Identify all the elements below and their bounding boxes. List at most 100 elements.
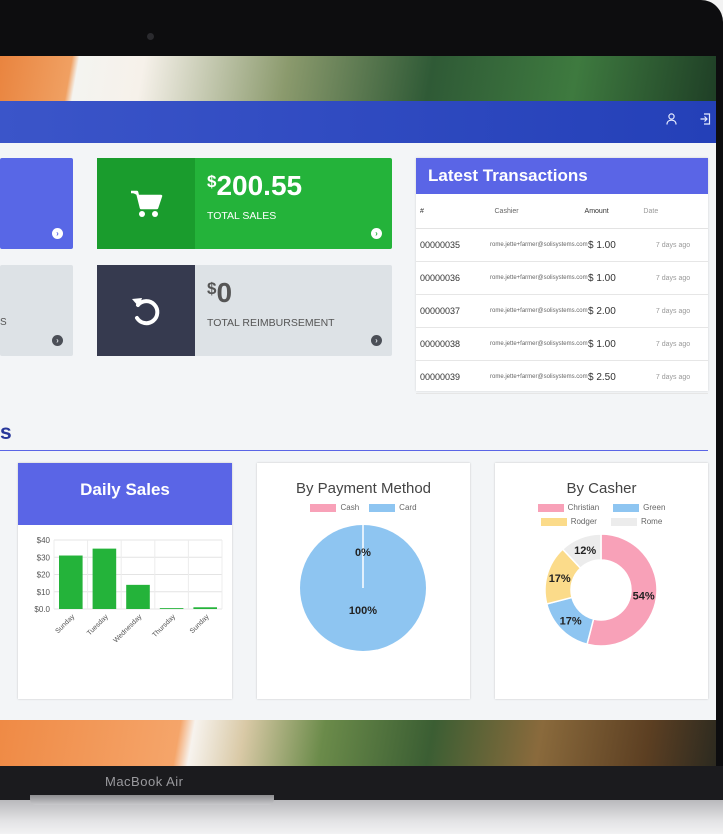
x-tick-label: Wednesday <box>112 613 143 644</box>
legend-item-rome[interactable]: Rome <box>610 517 662 526</box>
payment-method-chart: 0% 100% <box>300 525 426 651</box>
donut-label-christian: 54% <box>633 590 655 602</box>
top-navbar <box>0 101 716 143</box>
table-row[interactable]: 00000038 rome.jette+farmer@solisystems.co… <box>416 328 708 361</box>
x-tick-label: Sunday <box>54 613 76 635</box>
casher-title: By Casher <box>566 480 637 497</box>
casher-legend-row-1: Christian Green <box>495 503 708 512</box>
table-row[interactable]: 00000039 rome.jette+farmer@solisystems.co… <box>416 361 708 394</box>
transaction-date: 7 days ago <box>655 340 691 348</box>
transaction-id: 00000036 <box>420 273 461 283</box>
bar-3[interactable] <box>159 608 184 609</box>
transaction-cashier: rome.jette+farmer@solisystems.com <box>490 340 588 347</box>
transactions-body: 00000035 rome.jette+farmer@solisystems.co… <box>416 229 708 394</box>
latest-transactions-panel: Latest Transactions # Cashier Amount Dat… <box>416 158 708 394</box>
chevron-right-icon[interactable]: › <box>371 335 382 346</box>
total-reimbursement-card[interactable]: $0 TOTAL REIMBURSEMENT › <box>97 265 392 356</box>
transaction-cashier: rome.jette+farmer@solisystems.com <box>490 241 588 248</box>
transaction-cashier: rome.jette+farmer@solisystems.com <box>490 373 588 380</box>
transaction-id: 00000039 <box>420 372 461 382</box>
table-row[interactable]: 00000037 rome.jette+farmer@solisystems.co… <box>416 295 708 328</box>
total-reimbursement-value: $0 <box>207 277 233 308</box>
legend-item-card[interactable]: Card <box>369 503 417 512</box>
daily-sales-chart: $40 $30 $20 $10 $0.0 Sunday Tuesday Wednesday Th… <box>34 536 223 644</box>
transaction-amount: $ 2.00 <box>588 305 616 317</box>
legend-item-green[interactable]: Green <box>613 503 665 512</box>
casher-legend-row-2: Rodger Rome <box>495 517 708 526</box>
y-tick-label: $10 <box>37 588 51 597</box>
total-sales-card[interactable]: $200.55 TOTAL SALES › <box>97 158 392 249</box>
x-tick-label: Tuesday <box>86 613 110 637</box>
chevron-right-icon[interactable]: › <box>371 228 382 239</box>
casher-card: By Casher Christian Green Rodger Rome 54… <box>495 463 708 699</box>
column-header-cashier: Cashier <box>494 207 519 215</box>
latest-transactions-title: Latest Transactions <box>416 158 708 194</box>
transaction-date: 7 days ago <box>655 241 691 249</box>
y-tick-label: $30 <box>37 553 51 562</box>
y-tick-label: $20 <box>37 571 51 580</box>
screen: › $200.55 TOTAL SALES › S › $0 TOTAL REI… <box>0 56 716 766</box>
user-icon[interactable] <box>666 113 677 128</box>
section-title: s <box>0 421 12 444</box>
donut-label-green: 17% <box>560 615 582 627</box>
pie-label-cash: 0% <box>355 547 371 559</box>
transaction-id: 00000035 <box>420 240 461 250</box>
column-header-number: # <box>420 207 424 215</box>
y-tick-label: $40 <box>37 536 51 545</box>
laptop-hinge <box>30 795 274 805</box>
x-tick-label: Sunday <box>189 613 211 635</box>
x-tick-label: Thursday <box>151 613 177 639</box>
pie-label-card: 100% <box>349 605 377 617</box>
transaction-amount: $ 1.00 <box>588 239 616 251</box>
stat-card-left-top[interactable]: › <box>0 158 73 249</box>
donut-label-rodger: 17% <box>549 573 571 585</box>
cart-icon <box>97 158 195 249</box>
camera <box>147 33 154 40</box>
table-row[interactable]: 00000035 rome.jette+farmer@solisystems.co… <box>416 229 708 262</box>
column-header-date: Date <box>643 207 659 215</box>
transaction-amount: $ 1.00 <box>588 338 616 350</box>
transaction-date: 7 days ago <box>655 373 691 381</box>
stat-card-left-bottom[interactable]: S › <box>0 265 73 356</box>
chevron-right-icon[interactable]: › <box>52 228 63 239</box>
payment-method-title: By Payment Method <box>295 480 432 497</box>
transaction-amount: $ 2.50 <box>588 371 616 383</box>
payment-method-legend: Cash Card <box>257 503 470 512</box>
laptop-deck <box>0 800 723 834</box>
legend-item-rodger[interactable]: Rodger <box>540 517 597 526</box>
legend-item-cash[interactable]: Cash <box>310 503 359 512</box>
bar-2[interactable] <box>126 584 150 609</box>
undo-icon <box>97 265 195 356</box>
daily-sales-title: Daily Sales <box>18 463 232 525</box>
total-sales-value: $200.55 <box>207 170 303 201</box>
daily-sales-card: Daily Sales $40 $30 $20 $10 $0.0 Sunday Tuesda… <box>18 463 232 699</box>
dashboard: › $200.55 TOTAL SALES › S › $0 TOTAL REI… <box>0 143 716 720</box>
background-photo-bottom <box>0 720 716 766</box>
total-sales-label: TOTAL SALES <box>207 210 277 222</box>
logout-icon[interactable] <box>700 113 711 128</box>
bar-1[interactable] <box>92 548 117 609</box>
total-reimbursement-label: TOTAL REIMBURSEMENT <box>207 317 335 329</box>
chevron-right-icon[interactable]: › <box>52 335 63 346</box>
donut-label-rome: 12% <box>574 545 596 557</box>
transaction-date: 7 days ago <box>655 274 691 282</box>
background-photo-top <box>0 56 716 101</box>
casher-chart: 54% 17% 17% 12% <box>544 533 658 647</box>
transaction-id: 00000037 <box>420 306 461 316</box>
y-tick-label: $0.0 <box>34 605 50 614</box>
payment-method-card: By Payment Method Cash Card 0% 100% <box>257 463 470 699</box>
bar-4[interactable] <box>193 607 217 609</box>
transactions-header: # Cashier Amount Date <box>416 194 708 229</box>
transaction-cashier: rome.jette+farmer@solisystems.com <box>490 274 588 281</box>
table-row[interactable]: 00000036 rome.jette+farmer@solisystems.co… <box>416 262 708 295</box>
column-header-amount: Amount <box>584 207 609 215</box>
section-divider <box>0 450 708 451</box>
transaction-date: 7 days ago <box>655 307 691 315</box>
legend-item-christian[interactable]: Christian <box>537 503 599 512</box>
bar-0[interactable] <box>59 555 83 609</box>
transaction-amount: $ 1.00 <box>588 272 616 284</box>
stat-label-fragment: S <box>0 317 7 328</box>
laptop-brand-label: MacBook Air <box>105 774 184 789</box>
laptop-bezel: › $200.55 TOTAL SALES › S › $0 TOTAL REI… <box>0 0 723 800</box>
transaction-id: 00000038 <box>420 339 461 349</box>
